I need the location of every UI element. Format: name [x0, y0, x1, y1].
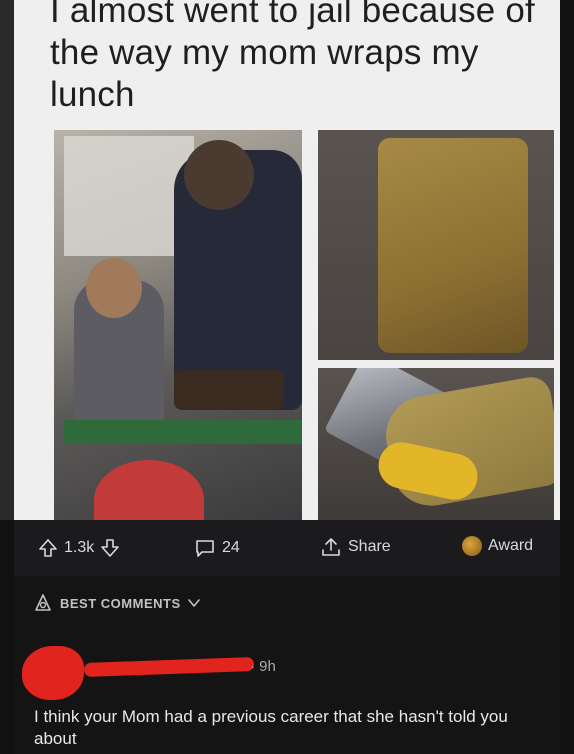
meme-caption: I almost went to jail because of the way… — [50, 0, 535, 114]
comment-count: 24 — [222, 539, 240, 556]
meme-photo-wrapped-lunch — [318, 130, 554, 360]
comment-icon — [194, 538, 216, 558]
award-icon — [462, 536, 482, 556]
vote-count: 1.3k — [64, 539, 95, 556]
avatar-redacted — [22, 646, 84, 700]
screen-edge-left-lower — [0, 520, 14, 754]
post-image[interactable]: I almost went to jail because of the way… — [14, 0, 560, 520]
comment-sort-bar: BEST COMMENTS — [14, 576, 560, 632]
comment: · 9h I think your Mom had a previous car… — [14, 632, 560, 754]
share-button[interactable]: Share — [320, 536, 391, 558]
upvote-icon[interactable] — [38, 538, 58, 558]
sort-icon — [32, 592, 54, 614]
vote-group: 1.3k — [38, 538, 120, 558]
share-label: Share — [348, 538, 391, 555]
comments-button[interactable]: 24 — [194, 538, 240, 558]
comment-text: I think your Mom had a previous career t… — [34, 707, 508, 748]
sort-label: BEST COMMENTS — [60, 595, 181, 611]
screen-edge-right — [560, 0, 574, 754]
award-label: Award — [488, 537, 534, 554]
award-button[interactable]: Award — [462, 536, 533, 556]
downvote-icon[interactable] — [100, 538, 120, 558]
meme-photo-burrito — [318, 368, 554, 520]
username-redacted — [83, 657, 255, 677]
comment-timestamp: · 9h — [250, 658, 276, 675]
meme-photo-officer — [54, 130, 302, 520]
sort-dropdown[interactable]: BEST COMMENTS — [32, 592, 201, 614]
post-action-bar: 1.3k 24 Share Award — [14, 520, 560, 576]
chevron-down-icon — [187, 596, 201, 610]
share-icon — [320, 536, 342, 558]
screen-edge-left — [0, 0, 14, 520]
